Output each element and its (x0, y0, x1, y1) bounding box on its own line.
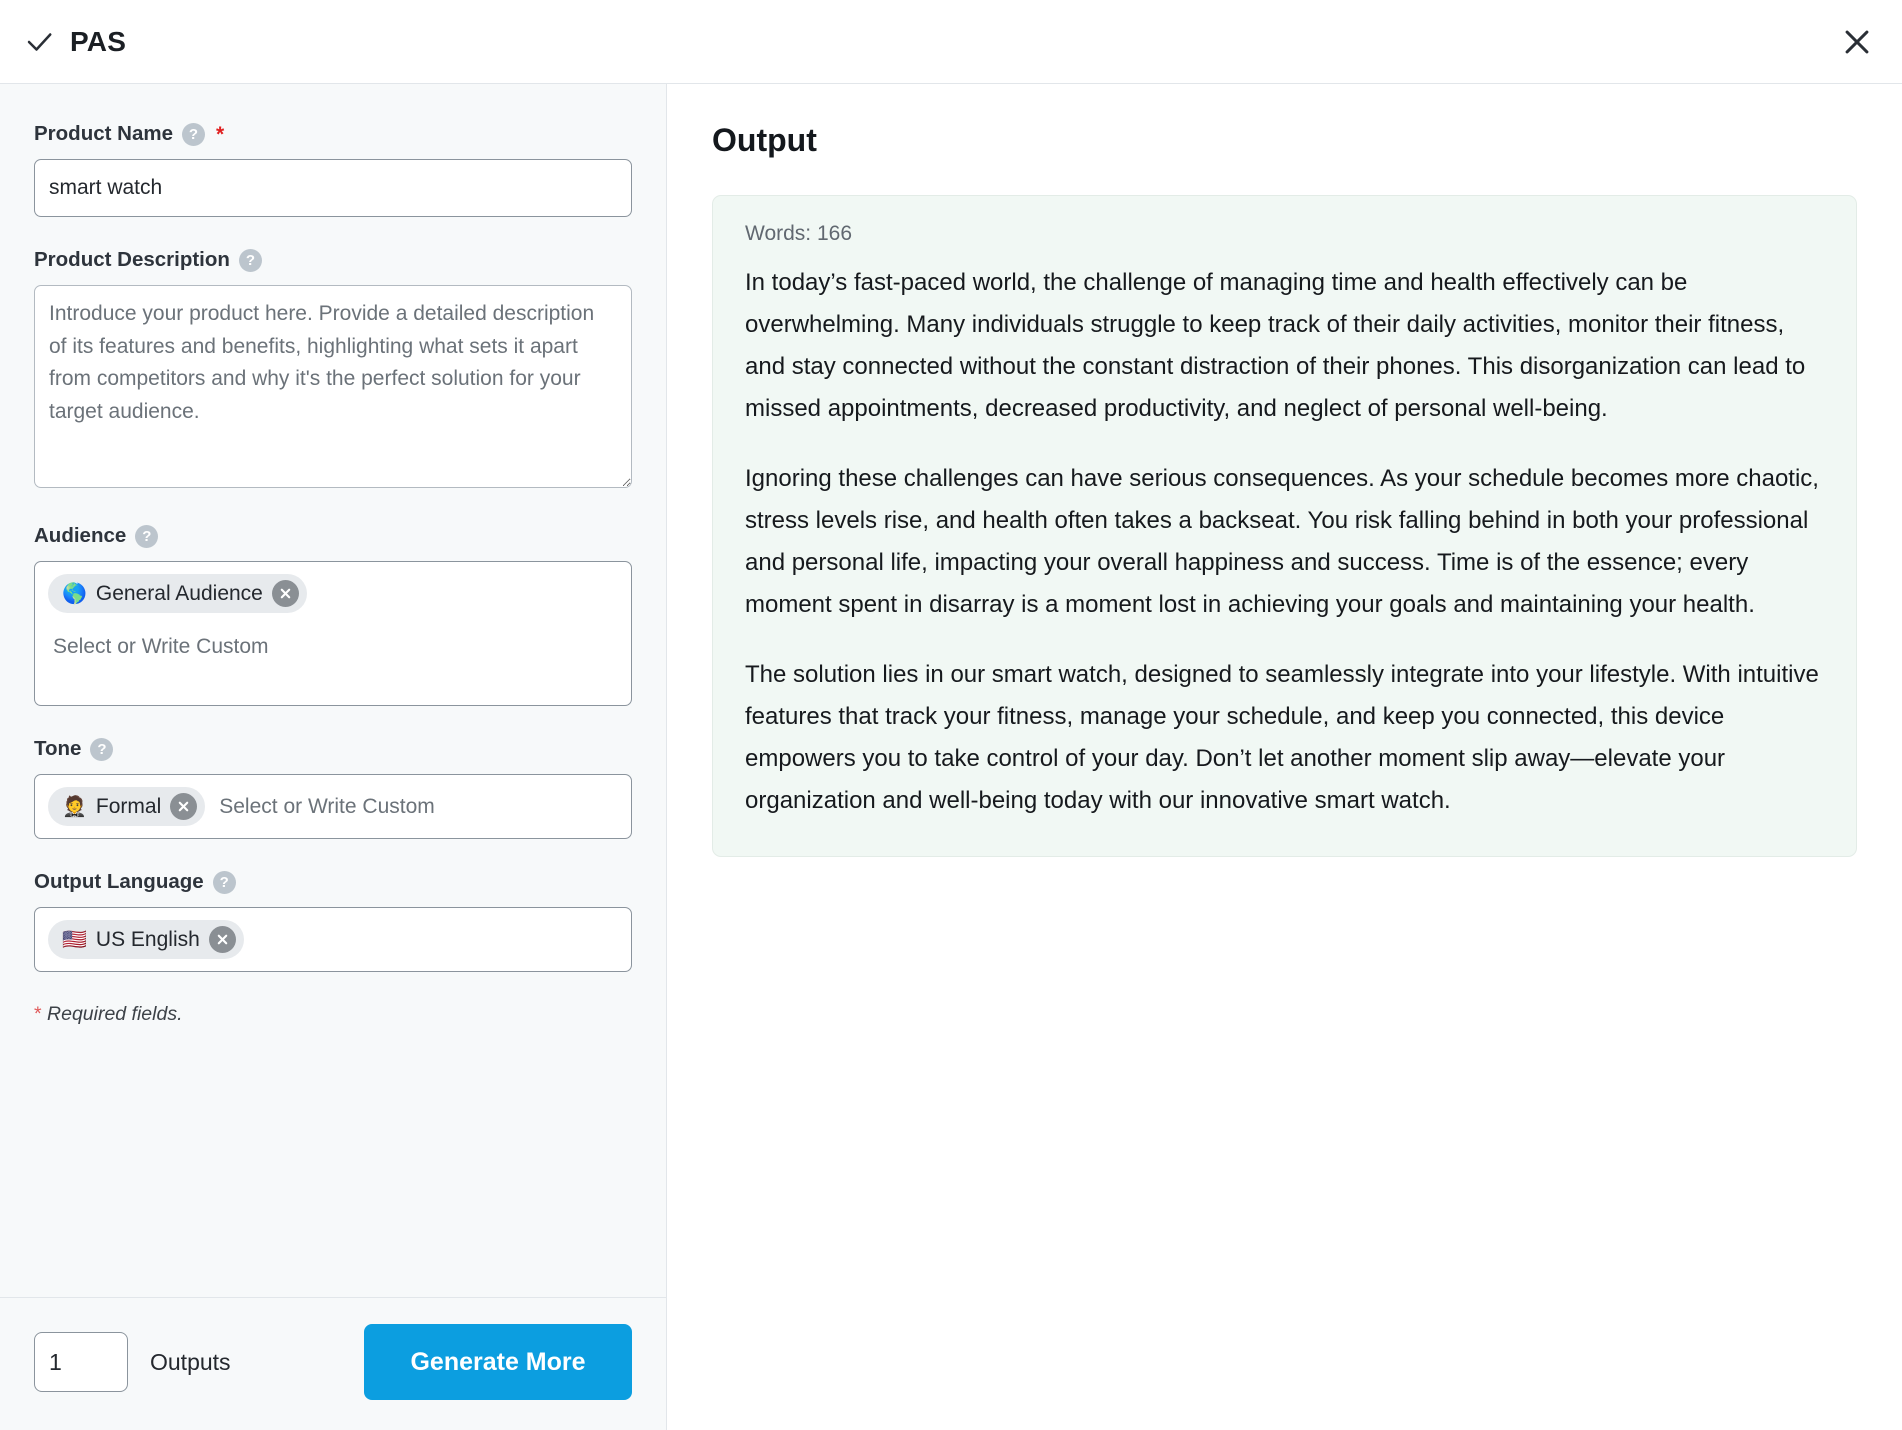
question-mark-icon[interactable]: ? (212, 870, 236, 894)
tone-multiselect[interactable]: 🤵 Formal Select or Write Custom (34, 774, 632, 839)
close-icon[interactable] (1840, 25, 1874, 59)
page-title: PAS (70, 25, 127, 57)
tone-label-row: Tone ? (34, 737, 632, 761)
outputs-count-stepper[interactable] (34, 1332, 128, 1392)
form-fields-container: Product Name ? * Product Description ? (0, 84, 666, 1297)
question-mark-icon[interactable]: ? (238, 248, 262, 272)
person-in-tuxedo-icon: 🤵 (62, 795, 87, 818)
required-note-text: Required fields. (41, 1003, 183, 1025)
modal-body: Product Name ? * Product Description ? (0, 84, 1902, 1430)
audience-input-placeholder: Select or Write Custom (53, 635, 269, 658)
required-asterisk: * (215, 122, 225, 146)
output-paragraph: In today’s fast-paced world, the challen… (745, 269, 1806, 422)
product-description-textarea[interactable] (34, 285, 632, 488)
field-tone: Tone ? 🤵 Formal Select or Write Custom (34, 737, 632, 839)
product-name-label-row: Product Name ? * (34, 122, 632, 146)
tone-input-placeholder: Select or Write Custom (219, 794, 435, 818)
question-mark-icon[interactable]: ? (135, 524, 159, 548)
output-result-card: Words: 166 In today’s fast-paced world, … (712, 195, 1857, 857)
tone-label: Tone (34, 737, 82, 760)
output-heading: Output (712, 122, 817, 158)
output-language-multiselect[interactable]: 🇺🇸 US English (34, 907, 632, 972)
close-circle-icon[interactable] (271, 580, 299, 607)
output-paragraph: Ignoring these challenges can have serio… (745, 465, 1819, 618)
audience-chip-label: General Audience (95, 581, 263, 605)
product-description-label-row: Product Description ? (34, 248, 632, 272)
field-product-description: Product Description ? (34, 248, 632, 493)
output-language-label-row: Output Language ? (34, 870, 632, 894)
required-note-asterisk: * (34, 1003, 42, 1025)
question-mark-icon[interactable]: ? (90, 737, 114, 761)
required-fields-note: * Required fields. (34, 1003, 632, 1036)
word-count-label: Words: 166 (745, 222, 852, 245)
audience-label: Audience (34, 524, 127, 547)
us-flag-icon: 🇺🇸 (62, 928, 87, 951)
titlebar-left-group: PAS (24, 26, 126, 58)
check-icon (24, 27, 54, 57)
audience-chip-row: 🌎 General Audience (48, 574, 618, 613)
field-output-language: Output Language ? 🇺🇸 US English (34, 870, 632, 972)
product-description-label: Product Description (34, 248, 230, 271)
form-footer-bar: Outputs Generate More (0, 1297, 666, 1430)
audience-chip[interactable]: 🌎 General Audience (48, 574, 307, 613)
outputs-label: Outputs (150, 1348, 231, 1375)
close-circle-icon[interactable] (208, 926, 236, 953)
modal-titlebar: PAS (0, 0, 1902, 84)
close-circle-icon[interactable] (170, 793, 198, 820)
tone-chip[interactable]: 🤵 Formal (48, 787, 206, 826)
field-product-name: Product Name ? * (34, 122, 632, 217)
output-language-label: Output Language (34, 870, 204, 893)
product-name-input[interactable] (34, 159, 632, 217)
field-audience: Audience ? 🌎 General Audience Select or … (34, 524, 632, 706)
generate-more-button[interactable]: Generate More (364, 1324, 632, 1400)
tone-chip-label: Formal (95, 794, 162, 818)
question-mark-icon[interactable]: ? (181, 122, 205, 146)
output-paragraph: The solution lies in our smart watch, de… (745, 661, 1819, 814)
output-language-chip-label: US English (95, 927, 200, 951)
output-language-chip[interactable]: 🇺🇸 US English (48, 920, 244, 959)
audience-multiselect[interactable]: 🌎 General Audience Select or Write Custo… (34, 561, 632, 706)
input-form-pane: Product Name ? * Product Description ? (0, 84, 667, 1430)
pas-generator-modal: PAS Product Name ? * smart watch Product… (0, 0, 1902, 1430)
product-name-label: Product Name (34, 122, 173, 145)
globe-icon: 🌎 (62, 582, 87, 605)
output-pane: Output Words: 166 In today’s fast-paced … (667, 84, 1902, 1430)
audience-label-row: Audience ? (34, 524, 632, 548)
